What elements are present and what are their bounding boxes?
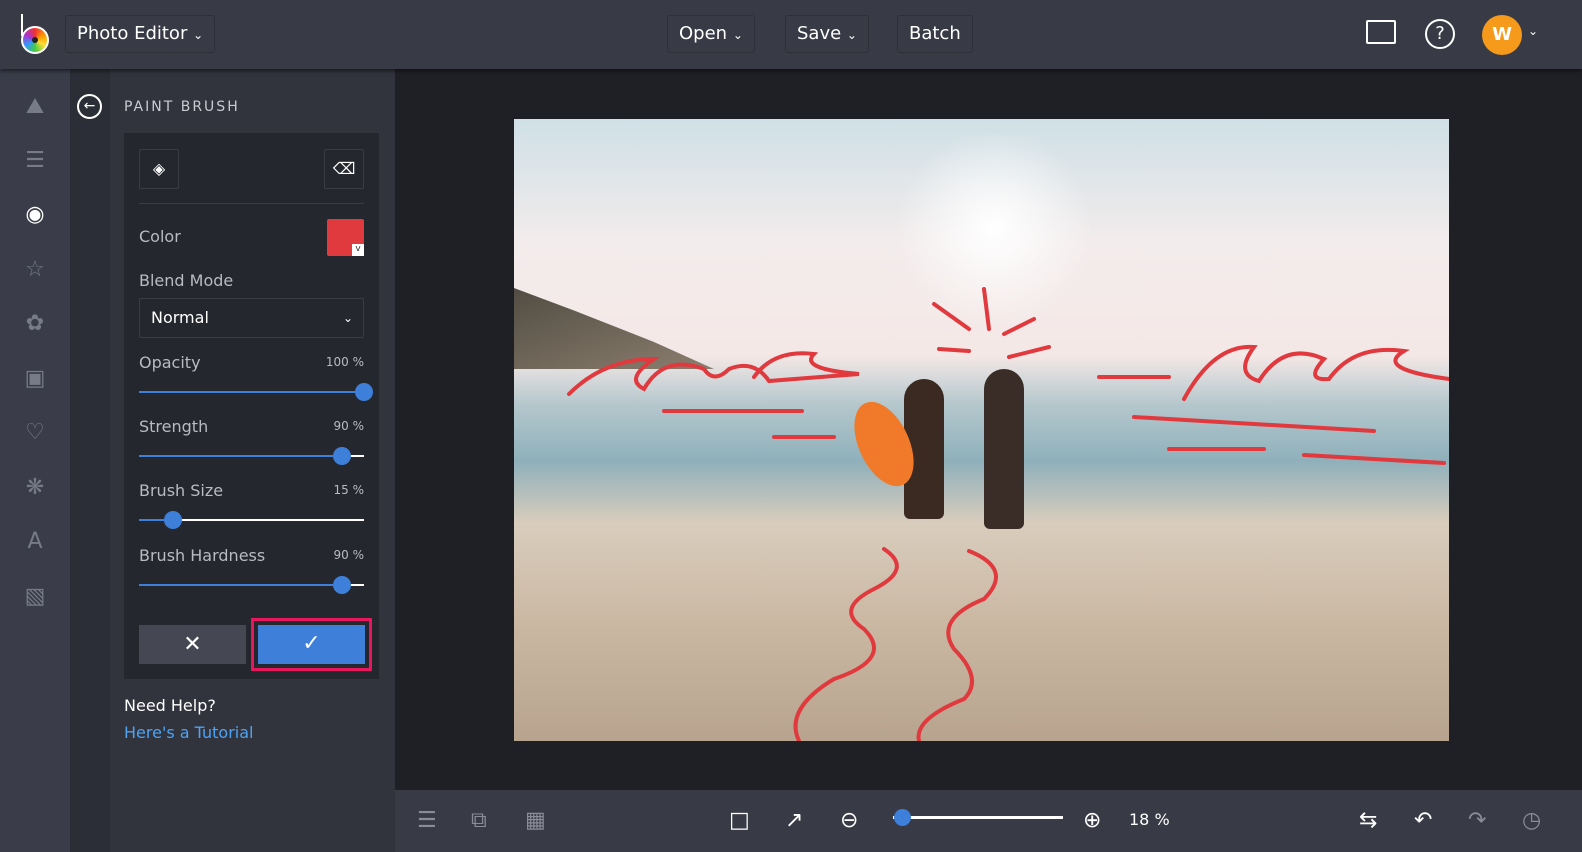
slider-value: 90 % bbox=[334, 419, 365, 433]
swap-icon[interactable]: ⇆ bbox=[1359, 808, 1377, 834]
effects-icon[interactable]: ✿ bbox=[22, 311, 48, 337]
slider-value: 15 % bbox=[334, 483, 365, 497]
blend-mode-select[interactable]: Normal ⌄ bbox=[139, 298, 364, 338]
app-menu-label: Photo Editor bbox=[77, 23, 187, 44]
slider-label: Opacity bbox=[139, 353, 201, 372]
brush-strokes bbox=[514, 119, 1449, 741]
open-button[interactable]: Open ⌄ bbox=[667, 15, 755, 53]
zoom-slider[interactable] bbox=[893, 816, 1063, 819]
batch-button[interactable]: Batch bbox=[897, 15, 973, 53]
top-bar: Photo Editor ⌄ Open ⌄ Save ⌄ Batch ? W ⌄ bbox=[0, 0, 1582, 69]
strength-slider[interactable] bbox=[139, 455, 364, 457]
eraser-button[interactable]: ⌫ bbox=[324, 149, 364, 189]
undo-icon[interactable]: ↶ bbox=[1414, 808, 1432, 834]
texture-icon[interactable]: ▧ bbox=[22, 584, 48, 610]
history-icon[interactable]: ◷ bbox=[1522, 808, 1541, 834]
color-swatch[interactable]: v bbox=[327, 219, 364, 256]
eye-icon[interactable]: ◉ bbox=[22, 202, 48, 228]
check-icon: ✓ bbox=[258, 625, 365, 664]
layers-icon[interactable]: ☰ bbox=[417, 808, 437, 834]
tool-rail: ⛰ ☰ ◉ ☆ ✿ ▣ ♡ ❋ A ▧ bbox=[0, 69, 70, 852]
brush-size-slider[interactable] bbox=[139, 519, 364, 521]
image-icon[interactable]: ⛰ bbox=[22, 94, 48, 120]
chevron-down-icon: ⌄ bbox=[847, 28, 857, 42]
slider-label: Brush Size bbox=[139, 481, 223, 500]
chevron-down-icon: v bbox=[352, 244, 364, 256]
help-icon[interactable]: ? bbox=[1425, 19, 1455, 49]
blend-mode-label: Blend Mode bbox=[139, 271, 233, 290]
heart-icon[interactable]: ♡ bbox=[22, 420, 48, 446]
app-menu-button[interactable]: Photo Editor ⌄ bbox=[65, 15, 215, 53]
apply-button[interactable]: ✓ bbox=[251, 618, 372, 671]
brush-hardness-slider[interactable] bbox=[139, 584, 364, 586]
feedback-icon[interactable] bbox=[1366, 20, 1396, 44]
chevron-down-icon: ⌄ bbox=[733, 28, 743, 42]
chevron-down-icon[interactable]: ⌄ bbox=[1528, 24, 1538, 38]
frame-icon[interactable]: ▣ bbox=[22, 366, 48, 392]
close-icon: ✕ bbox=[183, 632, 201, 657]
logo[interactable] bbox=[18, 14, 50, 54]
zoom-in-icon[interactable]: ⊕ bbox=[1083, 808, 1101, 834]
brush-settings-card: ◈ ⌫ Color v Blend Mode Normal ⌄ Opacity 1… bbox=[124, 133, 379, 679]
bottom-toolbar: ☰ ⧉ ▦ □ ↗ ⊖ ⊕ 18 % ⇆ ↶ ↷ ◷ bbox=[395, 790, 1582, 852]
blend-mode-value: Normal bbox=[151, 308, 209, 327]
badge-icon[interactable]: ❋ bbox=[22, 475, 48, 501]
chevron-down-icon: ⌄ bbox=[193, 28, 203, 42]
slider-value: 100 % bbox=[326, 355, 364, 369]
slider-label: Strength bbox=[139, 417, 208, 436]
panel-title: PAINT BRUSH bbox=[124, 99, 240, 115]
brush-mode-button[interactable]: ◈ bbox=[139, 149, 179, 189]
layer-overlap-icon[interactable]: ⧉ bbox=[471, 808, 487, 834]
save-label: Save bbox=[797, 23, 841, 44]
back-column: ← bbox=[70, 69, 110, 852]
redo-icon[interactable]: ↷ bbox=[1468, 808, 1486, 834]
zoom-level: 18 % bbox=[1129, 810, 1170, 829]
back-arrow-icon[interactable]: ← bbox=[77, 94, 102, 119]
slider-label: Brush Hardness bbox=[139, 546, 265, 565]
zoom-out-icon[interactable]: ⊖ bbox=[840, 808, 858, 834]
slider-value: 90 % bbox=[334, 548, 365, 562]
avatar[interactable]: W bbox=[1482, 15, 1522, 55]
fit-screen-icon[interactable]: □ bbox=[729, 808, 750, 834]
tutorial-link[interactable]: Here's a Tutorial bbox=[124, 723, 253, 742]
divider bbox=[139, 203, 364, 204]
star-icon[interactable]: ☆ bbox=[22, 257, 48, 283]
adjustments-icon[interactable]: ☰ bbox=[22, 148, 48, 174]
color-label: Color bbox=[139, 227, 181, 246]
actual-size-icon[interactable]: ↗ bbox=[785, 808, 803, 834]
save-button[interactable]: Save ⌄ bbox=[785, 15, 869, 53]
cancel-button[interactable]: ✕ bbox=[139, 625, 246, 664]
layout-icon[interactable]: ▦ bbox=[525, 808, 546, 834]
text-icon[interactable]: A bbox=[22, 529, 48, 555]
opacity-slider[interactable] bbox=[139, 391, 364, 393]
photo-canvas[interactable] bbox=[514, 119, 1449, 741]
chevron-down-icon: ⌄ bbox=[343, 299, 353, 337]
paint-brush-panel: PAINT BRUSH ◈ ⌫ Color v Blend Mode Norma… bbox=[110, 69, 395, 852]
help-title: Need Help? bbox=[124, 696, 216, 715]
open-label: Open bbox=[679, 23, 727, 44]
